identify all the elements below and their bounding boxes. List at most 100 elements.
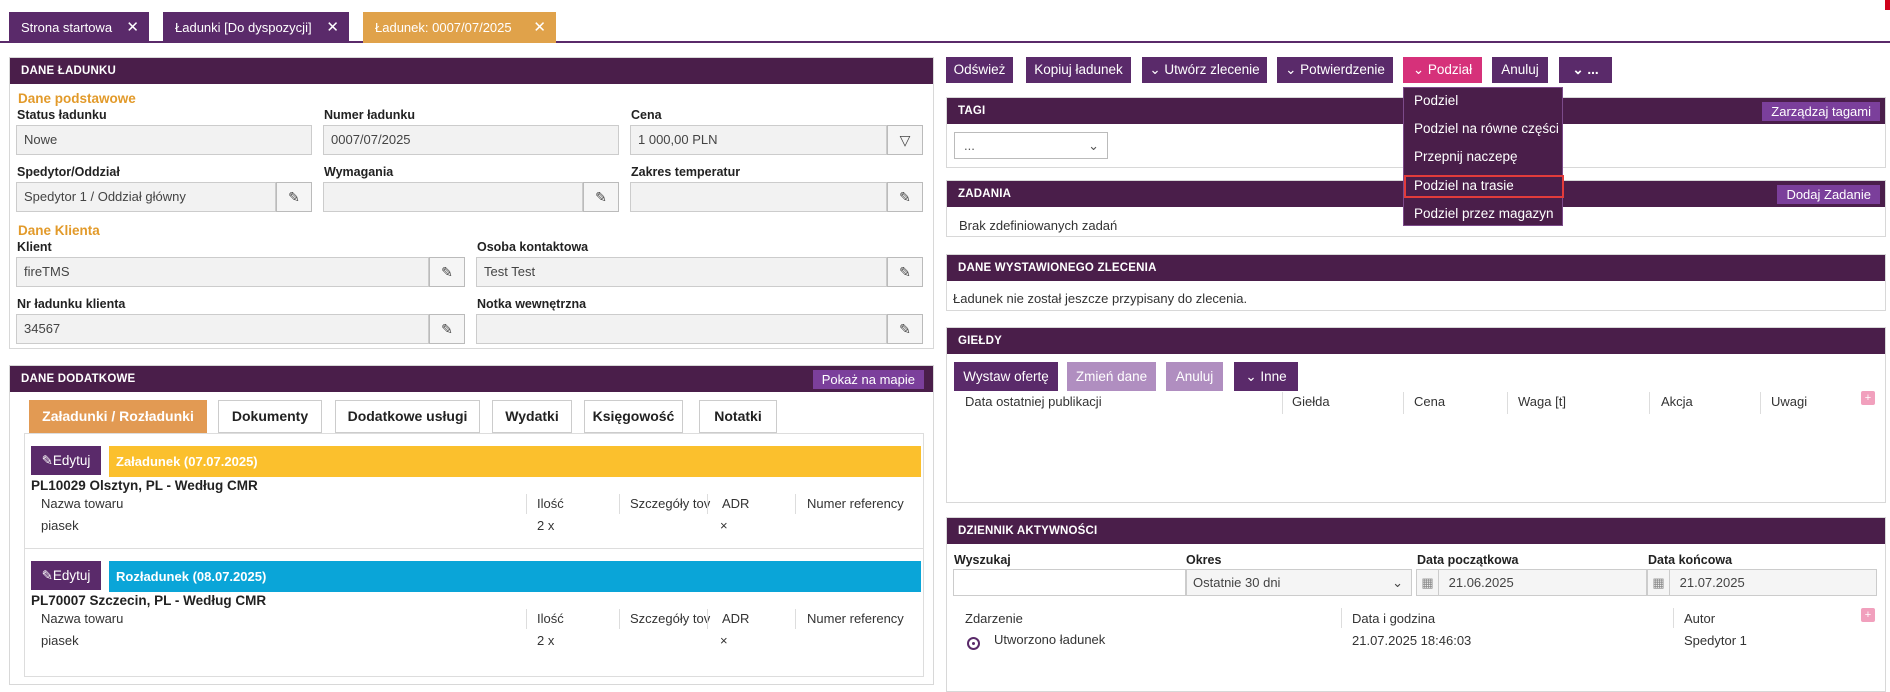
loading-col-details: Szczegóły tov xyxy=(630,496,711,511)
order-panel-title: DANE WYSTAWIONEGO ZLECENIA xyxy=(947,255,1885,281)
price-field[interactable]: 1 000,00 PLN xyxy=(630,125,887,155)
log-end-date[interactable]: ▦ 21.07.2025 xyxy=(1647,569,1877,596)
loading-address: PL10029 Olsztyn, PL - Według CMR xyxy=(31,478,258,493)
chevron-down-icon: ⌄ xyxy=(1245,369,1261,384)
requirements-field[interactable] xyxy=(323,182,583,212)
tab-cargo-detail-close-icon[interactable]: ✕ xyxy=(533,12,546,43)
exchange-col-notes: Uwagi xyxy=(1771,394,1808,409)
col-separator xyxy=(1760,392,1761,414)
unloading-col-ref: Numer referency xyxy=(807,611,904,626)
add-task-button[interactable]: Dodaj Zadanie xyxy=(1777,185,1880,204)
exchanges-panel-title: GIEŁDY xyxy=(947,328,1885,354)
tab-cargo-list[interactable]: Ładunki [Do dyspozycji] ✕ xyxy=(163,12,349,43)
tab-start[interactable]: Strona startowa ✕ xyxy=(9,12,149,43)
more-actions-button[interactable]: ⌄ ... xyxy=(1559,57,1612,83)
loading-adr-icon: × xyxy=(720,518,728,533)
confirmation-label: Potwierdzenie xyxy=(1300,62,1385,77)
client-edit-button[interactable]: ✎ xyxy=(429,257,465,287)
change-data-button[interactable]: Zmień dane xyxy=(1067,362,1156,391)
number-field[interactable]: 0007/07/2025 xyxy=(323,125,619,155)
col-separator xyxy=(707,609,708,629)
chevron-down-icon: ⌄ xyxy=(1572,62,1588,77)
subtab-documents[interactable]: Dokumenty xyxy=(218,400,322,433)
note-field[interactable] xyxy=(476,314,887,344)
log-search-input[interactable] xyxy=(953,569,1186,596)
loading-col-adr: ADR xyxy=(722,496,750,511)
price-filter-button[interactable]: ▽ xyxy=(887,125,923,155)
subtab-expenses[interactable]: Wydatki xyxy=(492,400,572,433)
create-order-label: Utwórz zlecenie xyxy=(1164,62,1260,77)
subtab-accounting[interactable]: Księgowość xyxy=(584,400,683,433)
loading-col-ref: Numer referency xyxy=(807,496,904,511)
contact-field[interactable]: Test Test xyxy=(476,257,887,287)
log-period-value: Ostatnie 30 dni xyxy=(1193,575,1281,590)
log-start-date[interactable]: ▦ 21.06.2025 xyxy=(1416,569,1647,596)
forwarder-label: Spedytor/Oddział xyxy=(17,165,120,179)
calendar-icon: ▦ xyxy=(1417,570,1439,595)
client-label: Klient xyxy=(17,240,52,254)
log-period-label: Okres xyxy=(1186,553,1222,567)
calendar-icon: ▦ xyxy=(1648,570,1670,595)
forwarder-edit-button[interactable]: ✎ xyxy=(276,182,312,212)
col-separator xyxy=(1282,392,1283,414)
menu-item-split-equal[interactable]: Podziel na równe części xyxy=(1414,121,1559,136)
unloading-good-name: piasek xyxy=(41,633,79,648)
log-period-select[interactable]: Ostatnie 30 dni ⌄ xyxy=(1186,569,1412,596)
cancel-button[interactable]: Anuluj xyxy=(1492,57,1548,83)
tab-cargo-detail[interactable]: Ładunek: 0007/07/2025 ✕ xyxy=(363,12,556,43)
chevron-down-icon: ⌄ xyxy=(1285,62,1301,77)
unloading-col-qty: Ilość xyxy=(537,611,564,626)
divider xyxy=(25,548,923,549)
col-separator xyxy=(1403,392,1404,414)
requirements-label: Wymagania xyxy=(324,165,394,179)
manage-tags-button[interactable]: Zarządzaj tagami xyxy=(1762,102,1880,121)
note-edit-button[interactable]: ✎ xyxy=(887,314,923,344)
col-separator xyxy=(707,494,708,514)
status-field[interactable]: Nowe xyxy=(16,125,312,155)
copy-cargo-button[interactable]: Kopiuj ładunek xyxy=(1026,57,1131,83)
chevron-down-icon: ⌄ xyxy=(1392,575,1403,590)
edit-icon: ✎ xyxy=(899,189,911,205)
client-number-field[interactable]: 34567 xyxy=(16,314,429,344)
confirmation-button[interactable]: ⌄ Potwierdzenie xyxy=(1277,57,1393,83)
forwarder-field[interactable]: Spedytor 1 / Oddział główny xyxy=(16,182,276,212)
subtab-loadings[interactable]: Załadunki / Rozładunki xyxy=(29,400,207,433)
create-order-button[interactable]: ⌄ Utwórz zlecenie xyxy=(1142,57,1267,83)
subtab-notes[interactable]: Notatki xyxy=(699,400,777,433)
menu-item-split[interactable]: Podziel xyxy=(1414,93,1458,108)
client-number-edit-button[interactable]: ✎ xyxy=(429,314,465,344)
temperature-field[interactable] xyxy=(630,182,887,212)
contact-edit-button[interactable]: ✎ xyxy=(887,257,923,287)
unloading-edit-label: Edytuj xyxy=(52,568,91,583)
menu-item-swap-trailer[interactable]: Przepnij naczepę xyxy=(1414,149,1518,164)
unloading-address: PL70007 Szczecin, PL - Według CMR xyxy=(31,593,267,608)
exchange-add-column-icon[interactable]: + xyxy=(1861,391,1875,405)
col-separator xyxy=(795,609,796,629)
tags-select[interactable]: ... ⌄ xyxy=(954,132,1108,159)
exchange-cancel-button[interactable]: Anuluj xyxy=(1166,362,1223,391)
show-on-map-button[interactable]: Pokaż na mapie xyxy=(812,370,924,389)
edit-icon: ✎ xyxy=(441,264,453,280)
col-separator xyxy=(1649,392,1650,414)
subtab-services[interactable]: Dodatkowe usługi xyxy=(335,400,480,433)
edit-icon: ✎ xyxy=(899,264,911,280)
split-button[interactable]: ⌄ Podział xyxy=(1403,57,1482,83)
activity-panel-title: DZIENNIK AKTYWNOŚCI xyxy=(947,518,1885,544)
client-field[interactable]: fireTMS xyxy=(16,257,429,287)
refresh-button[interactable]: Odśwież xyxy=(946,57,1013,83)
log-add-column-icon[interactable]: + xyxy=(1861,608,1875,622)
tab-start-label: Strona startowa xyxy=(21,20,113,35)
loading-edit-button[interactable]: ✎Edytuj xyxy=(31,446,101,475)
loading-good-qty: 2 x xyxy=(537,518,555,533)
exchange-other-button[interactable]: ⌄ Inne xyxy=(1234,362,1298,391)
tab-cargo-list-close-icon[interactable]: ✕ xyxy=(326,12,339,43)
loading-edit-label: Edytuj xyxy=(52,453,91,468)
temperature-edit-button[interactable]: ✎ xyxy=(887,182,923,212)
publish-offer-button[interactable]: Wystaw ofertę xyxy=(954,362,1058,391)
menu-item-split-warehouse[interactable]: Podziel przez magazyn xyxy=(1414,206,1554,221)
edit-icon: ✎ xyxy=(899,321,911,337)
number-label: Numer ładunku xyxy=(324,108,415,122)
unloading-edit-button[interactable]: ✎Edytuj xyxy=(31,561,101,590)
tab-start-close-icon[interactable]: ✕ xyxy=(126,12,139,43)
requirements-edit-button[interactable]: ✎ xyxy=(583,182,619,212)
